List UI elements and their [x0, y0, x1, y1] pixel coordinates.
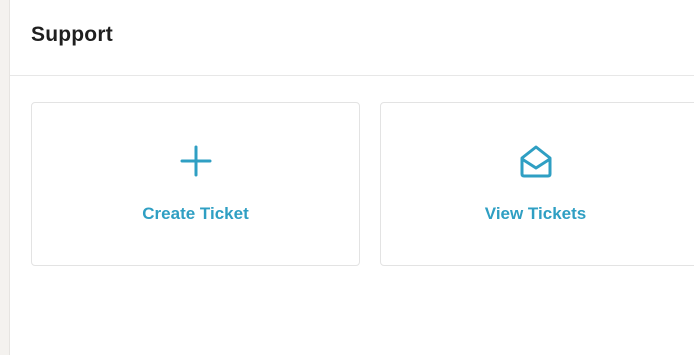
- page-title: Support: [31, 23, 113, 46]
- view-tickets-label: View Tickets: [484, 204, 587, 223]
- create-ticket-label: Create Ticket: [142, 204, 249, 223]
- plus-icon: [176, 141, 216, 181]
- left-sidebar-strip: [0, 0, 10, 355]
- main-content: Support Create Ticket View Tickets: [10, 0, 694, 355]
- envelope-open-icon: [516, 141, 556, 181]
- page-header: Support: [10, 0, 694, 76]
- view-tickets-card[interactable]: View Tickets: [380, 102, 694, 266]
- create-ticket-card[interactable]: Create Ticket: [31, 102, 360, 266]
